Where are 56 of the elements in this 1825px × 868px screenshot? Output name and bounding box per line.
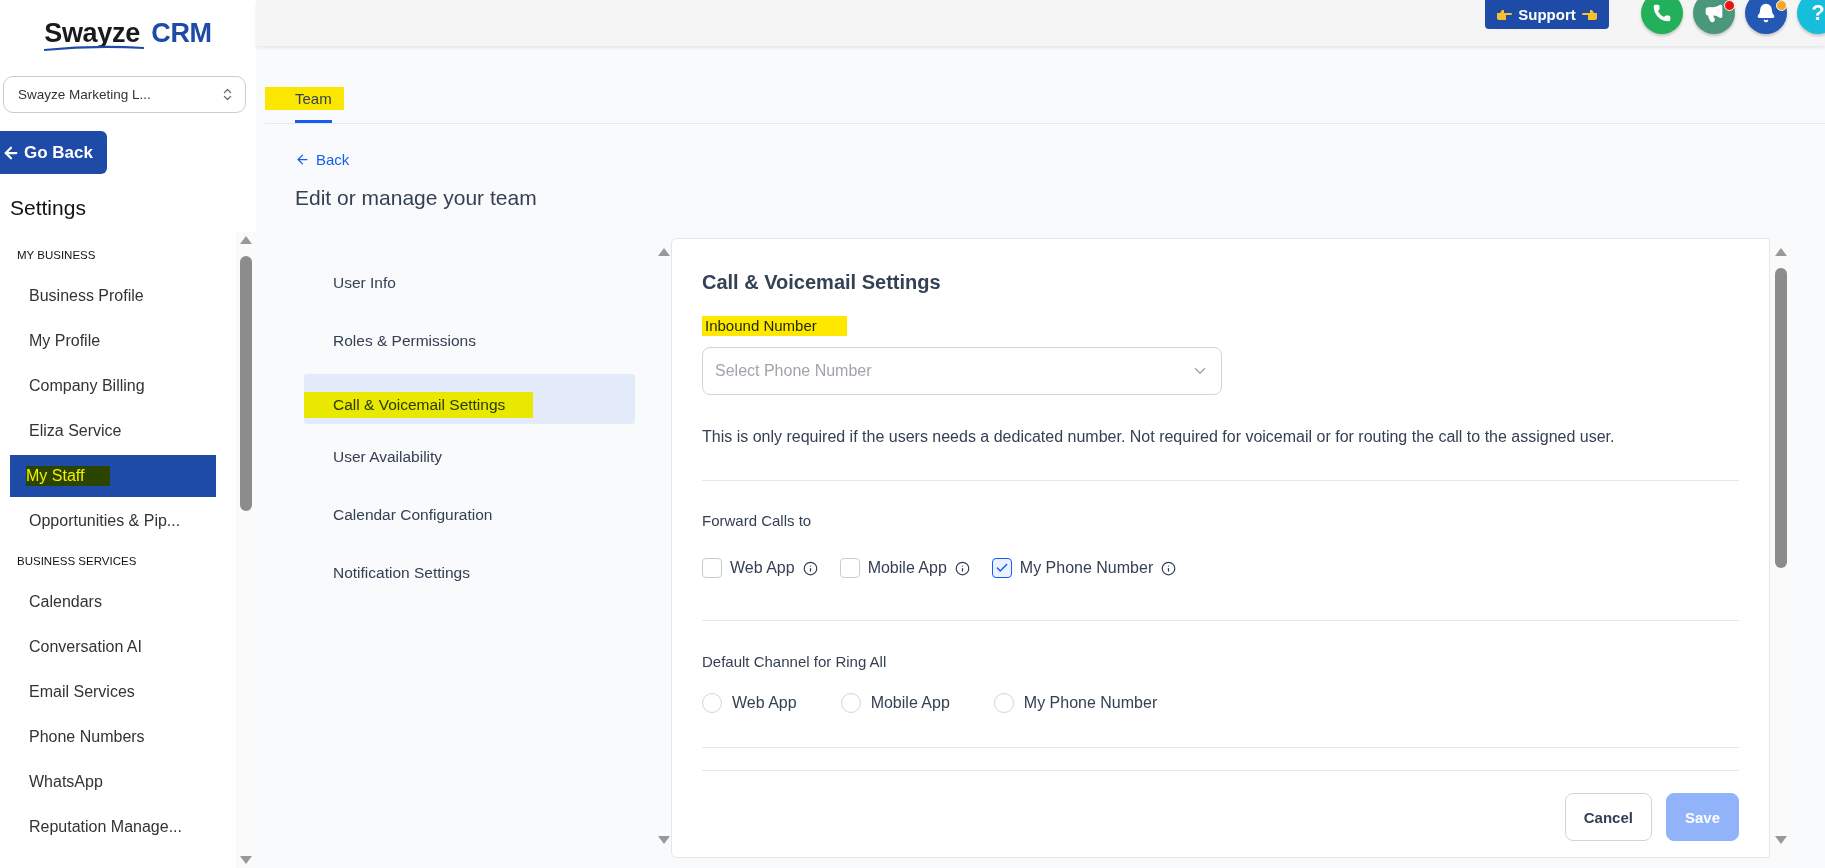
nav-item[interactable]: User Info (304, 258, 635, 308)
option-label: Web App (732, 694, 797, 712)
phone-icon (1652, 3, 1672, 23)
sidebar-item[interactable]: Business Profile (10, 275, 216, 317)
support-button[interactable]: Support (1485, 0, 1609, 29)
option-label: My Phone Number (1019, 559, 1154, 577)
section-heading: MY BUSINESS (17, 249, 97, 261)
info-icon[interactable] (1161, 560, 1177, 576)
field-label: Forward Calls to (702, 512, 812, 529)
logo: Swayze CRM (44, 16, 212, 54)
sidebar-item[interactable]: Opportunities & Pip... (10, 500, 216, 542)
nav-item[interactable]: Call & Voicemail Settings (304, 374, 635, 424)
check-icon (994, 561, 1009, 575)
radio-button[interactable] (840, 693, 861, 713)
scrollbar[interactable] (236, 232, 256, 868)
bell-button[interactable] (1745, 0, 1787, 34)
info-icon[interactable] (954, 560, 970, 576)
pointing-hand-icon (1581, 7, 1598, 22)
radio-button[interactable] (702, 693, 722, 713)
sidebar-item[interactable]: Eliza Service (10, 410, 216, 452)
field-label: Inbound Number (702, 316, 847, 336)
sidebar-item[interactable]: Calendars (10, 581, 216, 623)
field-label: Default Channel for Ring All (702, 653, 887, 670)
help-text: This is only required if the users needs a dedicated number. Not required for voicemail or for routing the call to the assigned user. (702, 428, 1616, 446)
sidebar-item[interactable]: Company Billing (10, 365, 216, 407)
checkbox[interactable] (991, 558, 1012, 578)
option-label: Mobile App (867, 559, 947, 577)
sidebar-item[interactable]: My Staff (10, 455, 216, 497)
option-label: Mobile App (870, 694, 950, 712)
section-heading: BUSINESS SERVICES (17, 555, 138, 567)
sidebar-item[interactable]: Conversation AI (10, 626, 216, 668)
sidebar-title: Settings (10, 196, 87, 220)
phone-button[interactable] (1641, 0, 1683, 34)
bell-icon (1756, 3, 1776, 23)
back-link[interactable]: Back (295, 151, 350, 168)
radio-button[interactable] (993, 693, 1014, 713)
nav-item[interactable]: Roles & Permissions (304, 316, 635, 366)
info-icon[interactable] (802, 560, 818, 576)
sidebar-item[interactable]: Reputation Manage... (10, 806, 216, 848)
megaphone-button[interactable] (1693, 0, 1735, 34)
page-title: Edit or manage your team (295, 186, 538, 210)
nav-item[interactable]: User Availability (304, 432, 635, 482)
sidebar-item[interactable]: My Profile (10, 320, 216, 362)
sidebar-item[interactable]: Phone Numbers (10, 716, 216, 758)
nav-item[interactable]: Calendar Configuration (304, 490, 635, 540)
sidebar-item[interactable]: WhatsApp (10, 761, 216, 803)
option-label: My Phone Number (1023, 694, 1158, 712)
account-select[interactable]: Swayze Marketing L... (3, 76, 246, 113)
nav-item[interactable]: Notification Settings (304, 548, 635, 598)
option-label: Web App (730, 559, 795, 577)
pointing-hand-icon (1496, 7, 1513, 22)
go-back-button[interactable]: Go Back (0, 131, 107, 174)
cancel-button[interactable]: Cancel (1564, 793, 1652, 841)
megaphone-icon (1704, 3, 1724, 23)
card-title: Call & Voicemail Settings (702, 271, 942, 294)
sidebar-item[interactable]: Email Services (10, 671, 216, 713)
